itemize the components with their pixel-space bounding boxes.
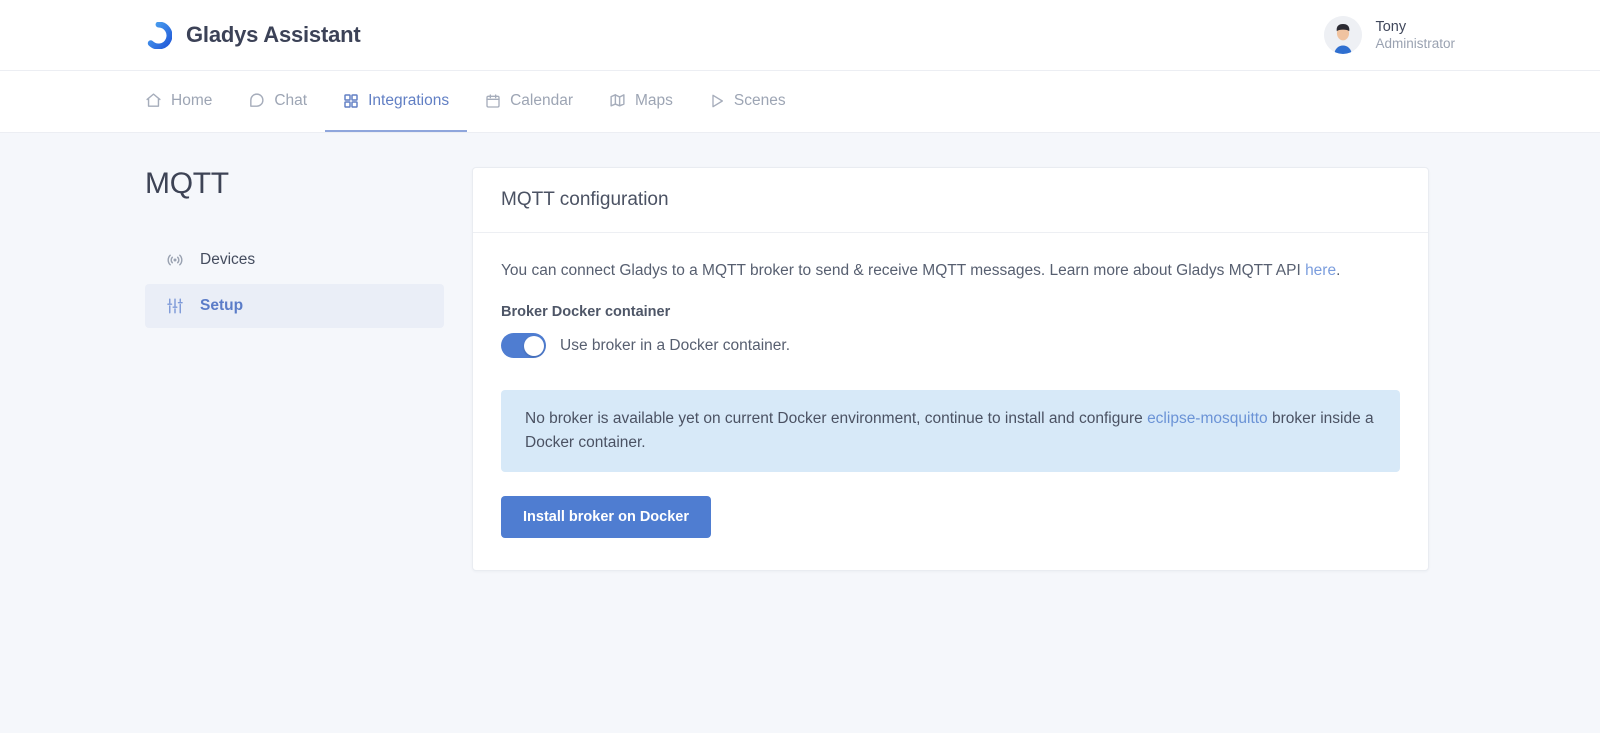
intro-paragraph: You can connect Gladys to a MQTT broker …: [501, 259, 1400, 282]
sidebar-item-setup[interactable]: Setup: [145, 284, 444, 328]
nav-tab-home-label: Home: [171, 91, 213, 109]
play-triangle-icon: [709, 93, 725, 109]
nav-tab-chat[interactable]: Chat: [230, 71, 325, 132]
install-broker-on-docker-button[interactable]: Install broker on Docker: [501, 496, 711, 539]
use-broker-toggle-label: Use broker in a Docker container.: [560, 336, 791, 354]
no-broker-alert: No broker is available yet on current Do…: [501, 390, 1400, 473]
mqtt-configuration-card: MQTT configuration You can connect Glady…: [472, 167, 1429, 572]
nav-tab-maps-label: Maps: [635, 91, 673, 109]
toggle-knob: [523, 335, 544, 356]
nav-tab-home[interactable]: Home: [145, 71, 230, 132]
intro-text-after: .: [1336, 262, 1341, 279]
gladys-ring-logo-icon: [145, 21, 172, 49]
user-menu[interactable]: Tony Administrator: [1324, 16, 1455, 54]
nav-tab-integrations[interactable]: Integrations: [325, 71, 468, 132]
mqtt-api-doc-link[interactable]: here: [1305, 262, 1336, 279]
integration-sidebar: MQTT Devices Setup: [145, 167, 472, 571]
broadcast-icon: [165, 251, 185, 269]
map-icon: [609, 92, 626, 109]
alert-text-before: No broker is available yet on current Do…: [525, 410, 1148, 428]
nav-tab-scenes[interactable]: Scenes: [691, 71, 804, 132]
card-header: MQTT configuration: [473, 168, 1428, 233]
grid-squares-icon: [343, 93, 359, 109]
sidebar-item-setup-label: Setup: [200, 297, 244, 314]
page-title: MQTT: [145, 167, 229, 200]
home-icon: [145, 92, 162, 109]
use-broker-docker-toggle[interactable]: [501, 333, 546, 359]
calendar-icon: [485, 93, 501, 109]
app-window: Gladys Assistant Tony Administrator Home…: [0, 0, 1600, 733]
main-navigation: Home Chat Integrations Calendar Maps Sce…: [0, 71, 1600, 133]
nav-tab-calendar[interactable]: Calendar: [467, 71, 591, 132]
nav-tab-scenes-label: Scenes: [733, 91, 786, 109]
nav-tab-integrations-label: Integrations: [368, 91, 450, 109]
brand[interactable]: Gladys Assistant: [145, 21, 361, 49]
broker-docker-container-label: Broker Docker container: [501, 304, 671, 321]
use-broker-toggle-row: Use broker in a Docker container.: [501, 333, 1400, 359]
sidebar-item-devices-label: Devices: [200, 251, 256, 268]
card-title: MQTT configuration: [501, 189, 669, 210]
avatar: [1324, 16, 1363, 54]
brand-title: Gladys Assistant: [186, 22, 361, 47]
nav-tab-calendar-label: Calendar: [510, 91, 574, 109]
chat-bubble-icon: [248, 92, 265, 109]
user-role: Administrator: [1375, 35, 1455, 51]
sliders-icon: [165, 297, 185, 315]
nav-tab-maps[interactable]: Maps: [591, 71, 691, 132]
sidebar-item-devices[interactable]: Devices: [145, 238, 444, 282]
card-body: You can connect Gladys to a MQTT broker …: [473, 233, 1428, 570]
eclipse-mosquitto-link[interactable]: eclipse-mosquitto: [1147, 410, 1268, 427]
nav-tab-chat-label: Chat: [274, 91, 308, 109]
app-header: Gladys Assistant Tony Administrator: [0, 0, 1600, 71]
user-name: Tony: [1375, 18, 1407, 35]
page-content: MQTT Devices Setup MQTT configuration Yo…: [0, 133, 1600, 572]
user-meta: Tony Administrator: [1375, 18, 1455, 53]
intro-text-before: You can connect Gladys to a MQTT broker …: [501, 262, 1306, 279]
